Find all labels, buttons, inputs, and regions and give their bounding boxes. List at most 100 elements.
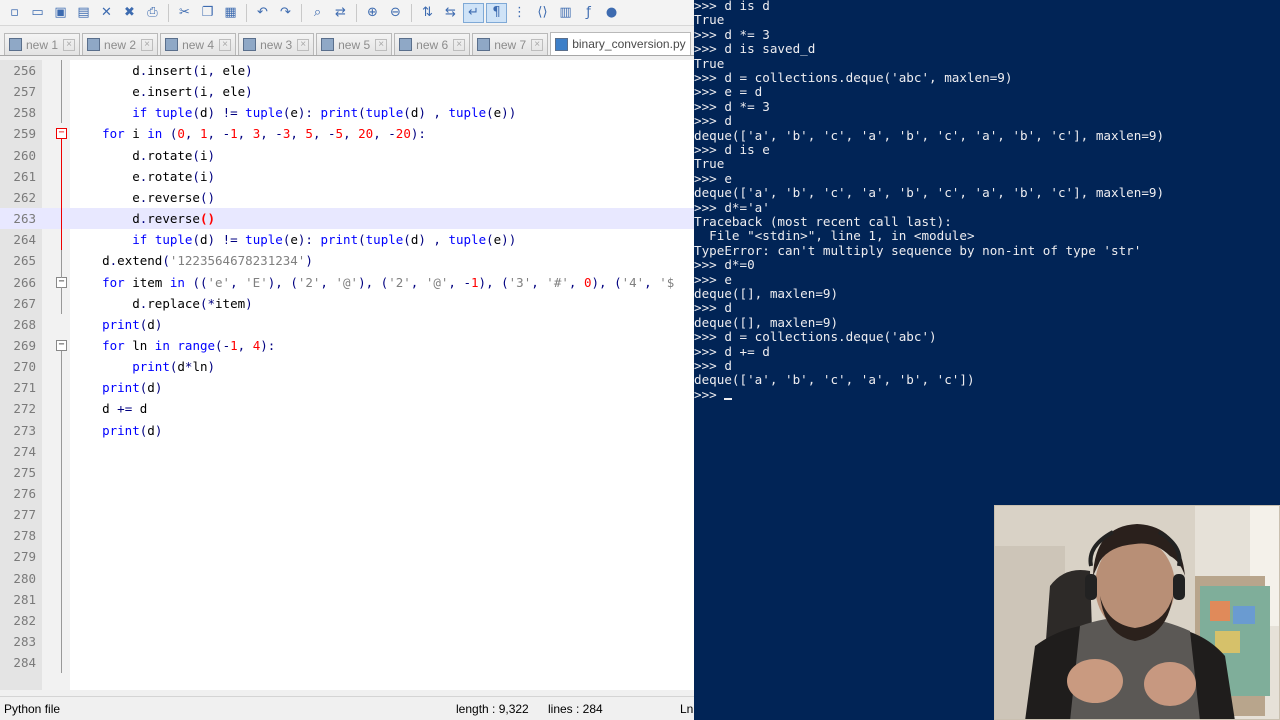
code-line[interactable]: 266 for item in (('e', 'E'), ('2', '@'),… bbox=[0, 272, 694, 293]
toolbar-separator bbox=[301, 3, 302, 22]
lang-icon[interactable]: ⟨⟩ bbox=[532, 3, 553, 23]
webcam-person-image bbox=[995, 506, 1279, 719]
tab-binary-conversion-py[interactable]: binary_conversion.py bbox=[550, 32, 691, 55]
tab-new-3[interactable]: new 3 × bbox=[238, 33, 315, 55]
console-line: deque([], maxlen=9) bbox=[694, 314, 839, 330]
code-line[interactable]: 284 bbox=[0, 652, 694, 673]
sync-v-icon[interactable]: ⇅ bbox=[417, 3, 438, 23]
code-line[interactable]: 280 bbox=[0, 568, 694, 589]
fold-toggle-icon[interactable]: − bbox=[56, 128, 67, 140]
code-line[interactable]: 273 print(d) bbox=[0, 420, 694, 441]
file-icon bbox=[9, 38, 22, 51]
fold-toggle-icon[interactable]: − bbox=[56, 276, 67, 288]
file-icon bbox=[399, 38, 413, 51]
file-icon bbox=[243, 38, 257, 51]
redo-icon[interactable]: ↷ bbox=[275, 3, 296, 23]
paste-icon[interactable]: ▦ bbox=[220, 3, 241, 23]
line-number: 261 bbox=[13, 168, 36, 184]
code-line[interactable]: 278 bbox=[0, 525, 694, 546]
close-tab-icon[interactable]: × bbox=[219, 38, 232, 51]
code-text: for item in (('e', 'E'), ('2', '@'), ('2… bbox=[102, 274, 675, 290]
code-line[interactable]: 277 bbox=[0, 504, 694, 525]
code-line[interactable]: 267 d.replace(*item) bbox=[0, 293, 694, 314]
sync-h-icon[interactable]: ⇆ bbox=[440, 3, 461, 23]
code-line[interactable]: 268 print(d) bbox=[0, 314, 694, 335]
code-line[interactable]: 256 d.insert(i, ele) bbox=[0, 60, 694, 81]
console-line: >>> d*='a' bbox=[694, 199, 770, 215]
code-line[interactable]: 272 d += d bbox=[0, 398, 694, 419]
copy-icon[interactable]: ❐ bbox=[197, 3, 218, 23]
code-line[interactable]: 279 bbox=[0, 546, 694, 567]
file-icon bbox=[87, 38, 101, 51]
code-line[interactable]: 264 if tuple(d) != tuple(e): print(tuple… bbox=[0, 229, 694, 250]
tab-bar: new 1 × new 2 × new 4 × new 3 × new 5 × new 6 × new … bbox=[0, 32, 694, 56]
console-line: >>> e bbox=[694, 271, 732, 287]
rec-icon[interactable]: ● bbox=[601, 3, 622, 23]
code-line[interactable]: 260 d.rotate(i) bbox=[0, 145, 694, 166]
close-all-icon[interactable]: ✖ bbox=[119, 3, 140, 23]
code-line[interactable]: 275 bbox=[0, 462, 694, 483]
close-tab-icon[interactable]: × bbox=[297, 38, 310, 51]
tab-new-1[interactable]: new 1 × bbox=[4, 33, 81, 55]
close-icon[interactable]: ✕ bbox=[96, 3, 117, 23]
close-tab-icon[interactable]: × bbox=[531, 38, 544, 51]
code-line[interactable]: 257 e.insert(i, ele) bbox=[0, 81, 694, 102]
close-tab-icon[interactable]: × bbox=[63, 38, 76, 51]
close-tab-icon[interactable]: × bbox=[375, 38, 388, 51]
save-icon[interactable]: ▣ bbox=[50, 3, 71, 23]
open-icon[interactable]: ▭ bbox=[27, 3, 48, 23]
code-text: for ln in range(-1, 4): bbox=[102, 337, 276, 353]
code-line[interactable]: 263 d.reverse() bbox=[0, 208, 694, 230]
replace-icon[interactable]: ⇄ bbox=[330, 3, 351, 23]
code-line[interactable]: 262 e.reverse() bbox=[0, 187, 694, 208]
map-icon[interactable]: ▥ bbox=[555, 3, 576, 23]
find-icon[interactable]: ⌕ bbox=[307, 3, 328, 23]
code-line[interactable]: 282 bbox=[0, 610, 694, 631]
code-editor[interactable]: 256 d.insert(i, ele) 257 e.insert(i, ele)… bbox=[0, 60, 694, 690]
word-wrap-icon[interactable]: ↵ bbox=[463, 2, 484, 23]
cut-icon[interactable]: ✂ bbox=[174, 3, 195, 23]
code-line[interactable]: 259 for i in (0, 1, -1, 3, -3, 5, -5, 20… bbox=[0, 123, 694, 144]
code-line[interactable]: 283 bbox=[0, 631, 694, 652]
fold-toggle-icon[interactable]: − bbox=[56, 339, 67, 351]
code-text: if tuple(d) != tuple(e): print(tuple(d) … bbox=[132, 232, 517, 248]
tab-new-7[interactable]: new 7 × bbox=[472, 33, 549, 55]
console-line: >>> d *= 3 bbox=[694, 98, 770, 114]
show-all-icon[interactable]: ¶ bbox=[486, 2, 507, 23]
code-line[interactable]: 265 d.extend('1223564678231234') bbox=[0, 250, 694, 271]
code-text: print(d*ln) bbox=[132, 359, 216, 375]
line-number: 283 bbox=[13, 634, 36, 650]
code-line[interactable]: 258 if tuple(d) != tuple(e): print(tuple… bbox=[0, 102, 694, 123]
func-icon[interactable]: ƒ bbox=[578, 3, 599, 23]
print-icon[interactable]: ⎙ bbox=[142, 3, 163, 23]
tab-label: new 3 bbox=[260, 37, 293, 52]
zoom-in-icon[interactable]: ⊕ bbox=[362, 3, 383, 23]
close-tab-icon[interactable]: × bbox=[453, 38, 466, 51]
code-line[interactable]: 261 e.rotate(i) bbox=[0, 166, 694, 187]
code-text: e.insert(i, ele) bbox=[72, 84, 253, 100]
code-line[interactable]: 271 print(d) bbox=[0, 377, 694, 398]
indent-guide-icon[interactable]: ⋮ bbox=[509, 3, 530, 23]
code-line[interactable]: 276 bbox=[0, 483, 694, 504]
fold-guide-line bbox=[61, 250, 62, 278]
console-line: >>> d = collections.deque('abc') bbox=[694, 329, 937, 345]
line-number: 276 bbox=[13, 486, 36, 501]
console-line: >>> d += d bbox=[694, 343, 770, 359]
code-line[interactable]: 274 bbox=[0, 441, 694, 462]
tab-label: new 1 bbox=[26, 37, 59, 52]
code-line[interactable]: 281 bbox=[0, 589, 694, 610]
zoom-out-icon[interactable]: ⊖ bbox=[385, 3, 406, 23]
tab-new-2[interactable]: new 2 × bbox=[82, 33, 159, 55]
save-all-icon[interactable]: ▤ bbox=[73, 3, 94, 23]
console-line: >>> d bbox=[694, 113, 732, 129]
undo-icon[interactable]: ↶ bbox=[252, 3, 273, 23]
tab-new-4[interactable]: new 4 × bbox=[160, 33, 237, 55]
tab-new-5[interactable]: new 5 × bbox=[316, 33, 393, 55]
code-line[interactable]: 270 print(d*ln) bbox=[0, 356, 694, 377]
tab-new-6[interactable]: new 6 × bbox=[394, 33, 471, 55]
console-line: >>> d is d bbox=[694, 0, 770, 13]
fold-guide-line bbox=[61, 350, 62, 378]
code-line[interactable]: 269 for ln in range(-1, 4): − bbox=[0, 335, 694, 356]
close-tab-icon[interactable]: × bbox=[141, 38, 154, 51]
new-file-icon[interactable]: ▫ bbox=[4, 3, 25, 23]
